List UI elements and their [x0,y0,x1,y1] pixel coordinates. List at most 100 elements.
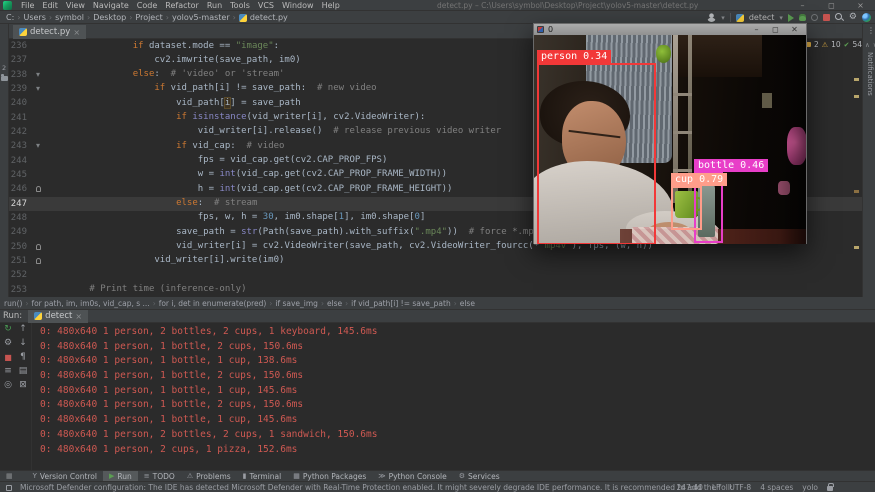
warning-mark[interactable] [854,78,859,81]
tool-version-control[interactable]: Y Version Control [27,471,103,482]
pin-icon[interactable]: ◎ [4,381,12,390]
scroll-up-icon[interactable]: ↑ [19,325,27,334]
breadcrumb-item[interactable]: symbol [55,13,93,22]
soft-wrap-icon[interactable]: ¶ [20,353,26,362]
stripe-notifications-button[interactable]: Notifications [866,52,874,96]
prev-issue-icon[interactable]: ∧ [865,41,870,49]
search-icon[interactable] [835,13,844,22]
opencv-window-title: 0 [548,25,553,34]
warning-mark[interactable] [854,190,859,193]
print-icon[interactable]: ▤ [19,367,28,376]
fold-arrow-icon[interactable]: ▾ [36,84,40,94]
line-number: 239 [10,84,27,94]
context-breadcrumb-item[interactable]: if save_img [275,299,327,308]
stop-button[interactable] [823,14,830,21]
tool-run[interactable]: ▶ Run [103,471,138,482]
menu-item[interactable]: Navigate [89,1,133,10]
breadcrumb-item[interactable]: yolov5-master [172,13,239,22]
warning-mark[interactable] [854,246,859,249]
inspections-widget[interactable]: 2 ⚠ 10 ✔ 54 ∧ ∨ [806,40,875,49]
context-breadcrumb-item[interactable]: for i, det in enumerate(pred) [159,299,276,308]
breadcrumb-item[interactable]: Project [135,13,172,22]
debug-button[interactable] [799,14,806,21]
scene-ladder-rung [673,169,692,172]
project-folder-icon[interactable] [1,76,8,81]
interpreter-widget[interactable]: yolo [802,483,818,492]
status-message[interactable]: Microsoft Defender configuration: The ID… [20,482,732,492]
run-config-selector[interactable]: detect [749,13,775,22]
encoding-widget[interactable]: UTF-8 [729,483,751,492]
run-console[interactable]: ↻ ⚙ ■ ≡ ◎ ↑ ↓ ¶ ▤ ⊠ 0: 480x640 1 person,… [0,323,875,470]
context-breadcrumb-item[interactable]: else [460,299,481,308]
breadcrumb-item[interactable]: C: [6,13,23,22]
menu-item[interactable]: File [17,1,38,10]
line-separator-widget[interactable]: LF [712,483,721,492]
minimize-button[interactable]: – [788,0,817,11]
tool-python-packages[interactable]: ▦ Python Packages [287,471,372,482]
run-tab-detect[interactable]: detect × [28,310,88,323]
stop-icon[interactable]: ■ [4,353,12,362]
menu-item[interactable]: Window [278,1,318,10]
editor-tab-detect[interactable]: detect.py × [13,25,86,39]
maximize-button[interactable]: ◻ [766,24,785,35]
coverage-button[interactable] [811,14,818,21]
ide-features-icon[interactable] [862,13,871,22]
run-tab-close-icon[interactable]: × [75,312,82,321]
maximize-button[interactable]: ◻ [817,0,846,11]
clear-console-icon[interactable]: ⊠ [19,381,27,390]
settings-gear-icon[interactable]: ⚙ [849,13,857,22]
close-button[interactable]: ✕ [785,24,804,35]
warning-mark[interactable] [854,95,859,98]
user-icon[interactable] [707,13,716,22]
more-options-icon[interactable]: ⋮ [867,26,875,35]
context-breadcrumb-item[interactable]: for path, im, im0s, vid_cap, s ... [31,299,158,308]
fold-arrow-icon[interactable]: ▾ [36,70,40,80]
opencv-window[interactable]: 0 – ◻ ✕ [533,23,807,244]
fold-arrow-icon[interactable]: ▾ [36,141,40,151]
terminal-icon: ▮ [243,473,247,480]
close-button[interactable]: × [846,0,875,11]
menu-item[interactable]: Tools [226,1,254,10]
run-button[interactable] [788,14,794,22]
tool-services[interactable]: ⚙ Services [453,471,506,482]
run-panel-label: Run: [3,311,22,321]
breadcrumb-item[interactable]: Desktop [93,13,135,22]
code-text: vid_writer[i].write(im0) [154,255,284,265]
context-breadcrumb-item[interactable]: run() [4,299,31,308]
opencv-titlebar[interactable]: 0 – ◻ ✕ [534,24,806,35]
context-breadcrumb-item[interactable]: else [327,299,351,308]
event-log-icon[interactable] [6,485,12,491]
context-breadcrumb-item[interactable]: if vid_path[i] != save_path [351,299,460,308]
menu-item[interactable]: Refactor [161,1,203,10]
breadcrumb-file[interactable]: detect.py [239,13,288,22]
error-stripe[interactable] [853,39,860,297]
readonly-lock-icon[interactable] [827,486,833,491]
edit-configuration-icon[interactable]: ⚙ [4,339,12,348]
console-line: 0: 480x640 1 person, 1 bottle, 2 cups, 1… [40,398,377,413]
breadcrumb-item[interactable]: Users [23,13,55,22]
tool-python-console[interactable]: ≫ Python Console [372,471,452,482]
menu-item[interactable]: View [62,1,89,10]
gutter-mark-icon[interactable] [36,186,41,192]
menu-item[interactable]: Help [318,1,344,10]
caret-position-widget[interactable]: 247:40 [676,483,702,492]
tab-close-icon[interactable]: × [73,28,80,37]
menu-item[interactable]: Edit [38,1,62,10]
dump-threads-icon[interactable]: ≡ [4,367,12,376]
rerun-icon[interactable]: ↻ [4,325,12,334]
gutter-mark-icon[interactable] [36,258,41,264]
menu-item[interactable]: VCS [254,1,278,10]
code-line[interactable]: 252 [9,268,862,282]
indent-widget[interactable]: 4 spaces [760,483,793,492]
code-line[interactable]: 251vid_writer[i].write(im0) [9,254,862,268]
gutter-mark-icon[interactable] [36,244,41,250]
menu-item[interactable]: Run [203,1,226,10]
code-line[interactable]: 253# Print time (inference-only) [9,283,862,297]
tool-problems[interactable]: ⚠ Problems [181,471,237,482]
tool-terminal[interactable]: ▮ Terminal [237,471,288,482]
minimize-button[interactable]: – [747,24,766,35]
line-number: 236 [10,41,27,51]
menu-item[interactable]: Code [133,1,161,10]
tool-todo[interactable]: ≡ TODO [138,471,181,482]
scroll-down-icon[interactable]: ↓ [19,339,27,348]
